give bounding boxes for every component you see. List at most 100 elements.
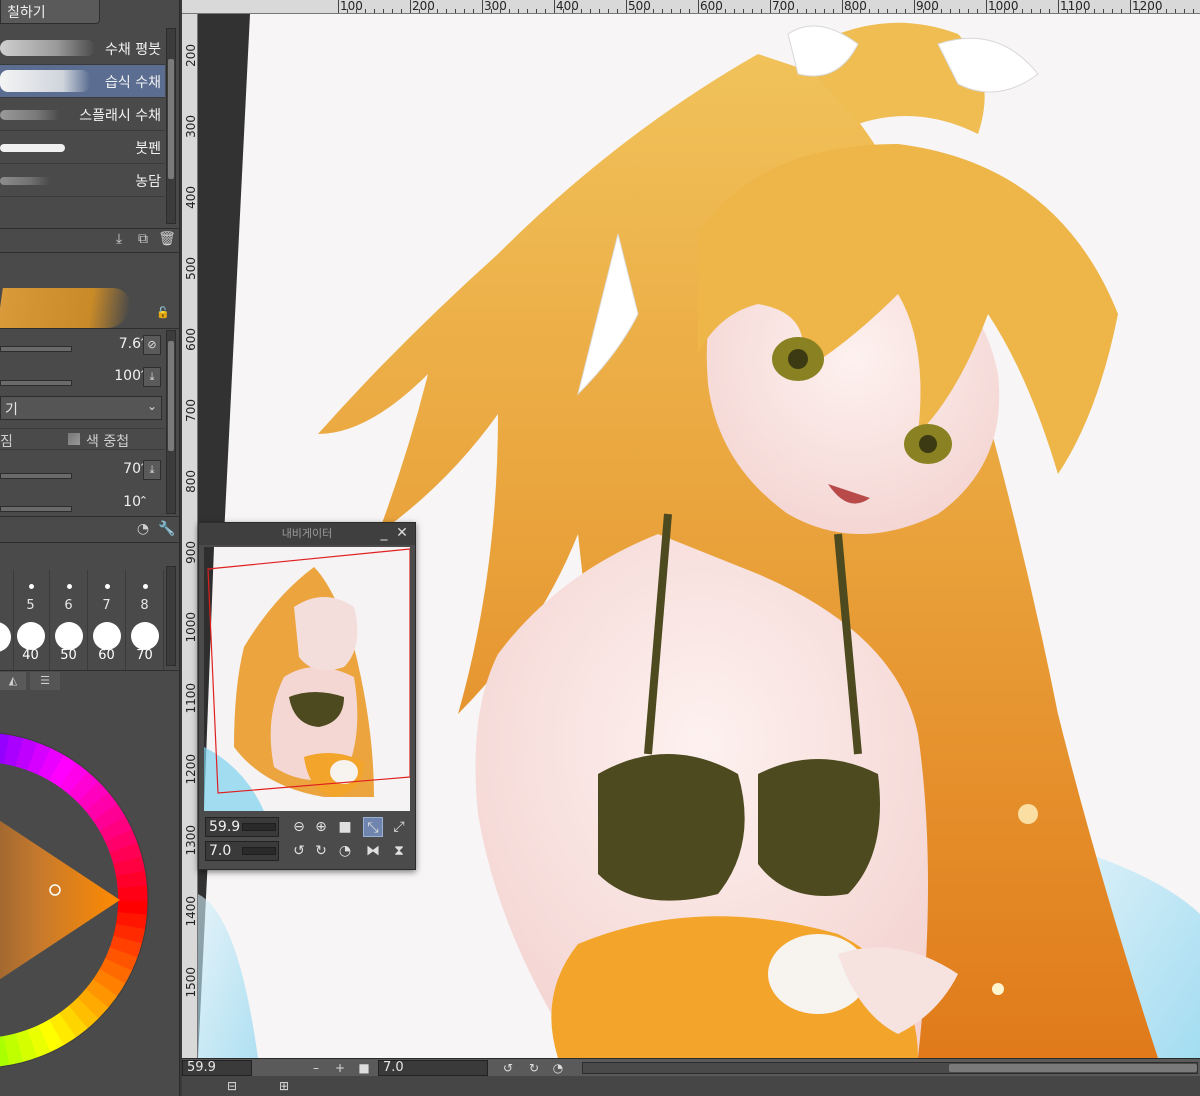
- pressure-icon[interactable]: ⊘: [143, 335, 161, 355]
- flip-horizontal-icon[interactable]: ⧓: [363, 841, 383, 861]
- rotate-right-icon[interactable]: ↻: [311, 841, 331, 861]
- flip-vertical-icon[interactable]: ⧗: [389, 841, 409, 861]
- brush-item[interactable]: 스플래시 수채: [0, 98, 165, 131]
- horizontal-scrollbar[interactable]: [582, 1062, 1198, 1074]
- zoom-value[interactable]: 59.9: [209, 819, 240, 835]
- ruler-tick: [914, 0, 915, 13]
- rotate-right-icon[interactable]: ↻: [526, 1060, 542, 1076]
- opacity-row[interactable]: 100 ⌃ ⤓: [0, 366, 165, 390]
- size-preset-scrollbar[interactable]: [166, 566, 176, 666]
- ruler-tick: [446, 9, 447, 13]
- brush-item[interactable]: 농담: [0, 164, 165, 197]
- ruler-tick: [392, 9, 393, 13]
- param-slider[interactable]: [0, 473, 72, 479]
- rotation-value[interactable]: 7.0: [209, 843, 231, 859]
- grid-icon[interactable]: ⊞: [276, 1078, 292, 1094]
- minimize-icon[interactable]: _: [377, 526, 391, 540]
- param-value: 7.6: [118, 336, 141, 352]
- ruler-tick: [743, 9, 744, 13]
- blur-row[interactable]: 10 ⌃: [0, 492, 165, 516]
- ruler-label: 1100: [184, 683, 198, 714]
- ruler-tick: [653, 9, 654, 13]
- param-slider[interactable]: [0, 506, 72, 512]
- rotate-left-icon[interactable]: ↺: [500, 1060, 516, 1076]
- zoom-in-icon[interactable]: ⊕: [311, 817, 331, 837]
- close-icon[interactable]: ✕: [395, 526, 409, 540]
- zoom-out-icon[interactable]: –: [308, 1060, 324, 1076]
- brush-item[interactable]: 붓펜: [0, 131, 165, 164]
- navigator-thumbnail[interactable]: [204, 547, 410, 811]
- fit-view-icon[interactable]: ⤡: [363, 817, 383, 837]
- brush-item-selected[interactable]: 습식 수채: [0, 65, 165, 98]
- ruler-label: 200: [184, 44, 198, 67]
- brush-list-scrollbar[interactable]: [166, 28, 176, 224]
- actual-size-icon[interactable]: ■: [335, 817, 355, 837]
- ruler-tick: [599, 9, 600, 13]
- download-icon[interactable]: ⤓: [143, 460, 161, 480]
- actual-size-icon[interactable]: ■: [356, 1060, 372, 1076]
- scroll-thumb[interactable]: [949, 1064, 1197, 1072]
- import-icon[interactable]: ⤓: [110, 230, 128, 248]
- wrench-icon[interactable]: 🔧: [158, 520, 176, 538]
- size-dot: [28, 584, 34, 589]
- rotation-slider[interactable]: [242, 847, 276, 855]
- color-wheel-svg[interactable]: [0, 680, 170, 1096]
- trash-icon[interactable]: 🗑: [158, 230, 176, 248]
- zoom-out-icon[interactable]: ⊖: [289, 817, 309, 837]
- layer-icon[interactable]: ⊟: [224, 1078, 240, 1094]
- status-rotation-field[interactable]: 7.0: [378, 1060, 488, 1076]
- size-preset[interactable]: 8 70: [126, 570, 164, 670]
- param-slider[interactable]: [0, 380, 72, 386]
- zoom-slider[interactable]: [242, 823, 276, 831]
- ruler-tick: [1139, 9, 1140, 13]
- tool-property-scrollbar[interactable]: [166, 330, 176, 514]
- ruler-label: 400: [184, 186, 198, 209]
- status-zoom-value[interactable]: 59.9: [187, 1060, 216, 1075]
- density-row[interactable]: 70 ⌃ ⤓: [0, 459, 165, 483]
- navigator-panel[interactable]: 내비게이터 _ ✕ 59.9 7.0 ⊖ ⊕ ■ ⤡ ⤢ ↺ ↻ ◔ ⧓ ⧗: [198, 522, 416, 870]
- ruler-tick: [608, 9, 609, 13]
- brush-item[interactable]: 수채 평붓: [0, 32, 165, 65]
- ruler-tick: [464, 9, 465, 13]
- size-preset[interactable]: 7 60: [88, 570, 126, 670]
- scroll-thumb[interactable]: [168, 341, 174, 451]
- tab-fill[interactable]: 칠하기: [0, 0, 100, 24]
- ruler-tick: [590, 9, 591, 13]
- navigator-rotation-field[interactable]: 7.0: [205, 841, 279, 861]
- status-zoom-field[interactable]: 59.9: [182, 1060, 252, 1076]
- navigator-zoom-field[interactable]: 59.9: [205, 817, 279, 837]
- ruler-tick: [887, 9, 888, 13]
- ruler-tick: [1067, 9, 1068, 13]
- duplicate-icon[interactable]: ⧉: [134, 230, 152, 248]
- dial-icon[interactable]: ◔: [134, 520, 152, 538]
- size-preset[interactable]: 5 40: [12, 570, 50, 670]
- size-circle: [16, 622, 45, 650]
- ruler-tick: [878, 9, 879, 13]
- lock-icon[interactable]: 🔓: [154, 304, 172, 322]
- status-rotation-value[interactable]: 7.0: [383, 1060, 404, 1075]
- color-wheel[interactable]: [0, 680, 170, 1096]
- scroll-thumb[interactable]: [168, 59, 174, 179]
- size-dot: [142, 584, 148, 589]
- ruler-tick: [482, 0, 483, 13]
- size-preset[interactable]: 6 50: [50, 570, 88, 670]
- ruler-tick: [365, 9, 366, 13]
- ruler-tick: [788, 9, 789, 13]
- brush-size-row[interactable]: 7.6 ⌃ ⊘: [0, 334, 165, 358]
- param-slider[interactable]: [0, 346, 72, 352]
- zoom-in-icon[interactable]: +: [332, 1060, 348, 1076]
- rotate-left-icon[interactable]: ↺: [289, 841, 309, 861]
- download-icon[interactable]: ⤓: [143, 367, 161, 387]
- navigator-preview[interactable]: [204, 547, 410, 811]
- hue-ring-segment[interactable]: [117, 885, 148, 901]
- ruler-tick: [581, 9, 582, 13]
- color-mix-icon[interactable]: [68, 433, 80, 445]
- blend-mode-dropdown[interactable]: 기 ⌄: [0, 396, 162, 420]
- fit-window-icon[interactable]: ⤢: [389, 817, 409, 837]
- color-mix-label[interactable]: 색 중첩: [86, 431, 129, 451]
- brush-size-presets: 5 40 6 50 7 60 8 70: [0, 570, 165, 670]
- ruler-tick: [1013, 9, 1014, 13]
- reset-rotation-icon[interactable]: ◔: [335, 841, 355, 861]
- reset-rotation-icon[interactable]: ◔: [550, 1060, 566, 1076]
- ruler-tick: [1004, 9, 1005, 13]
